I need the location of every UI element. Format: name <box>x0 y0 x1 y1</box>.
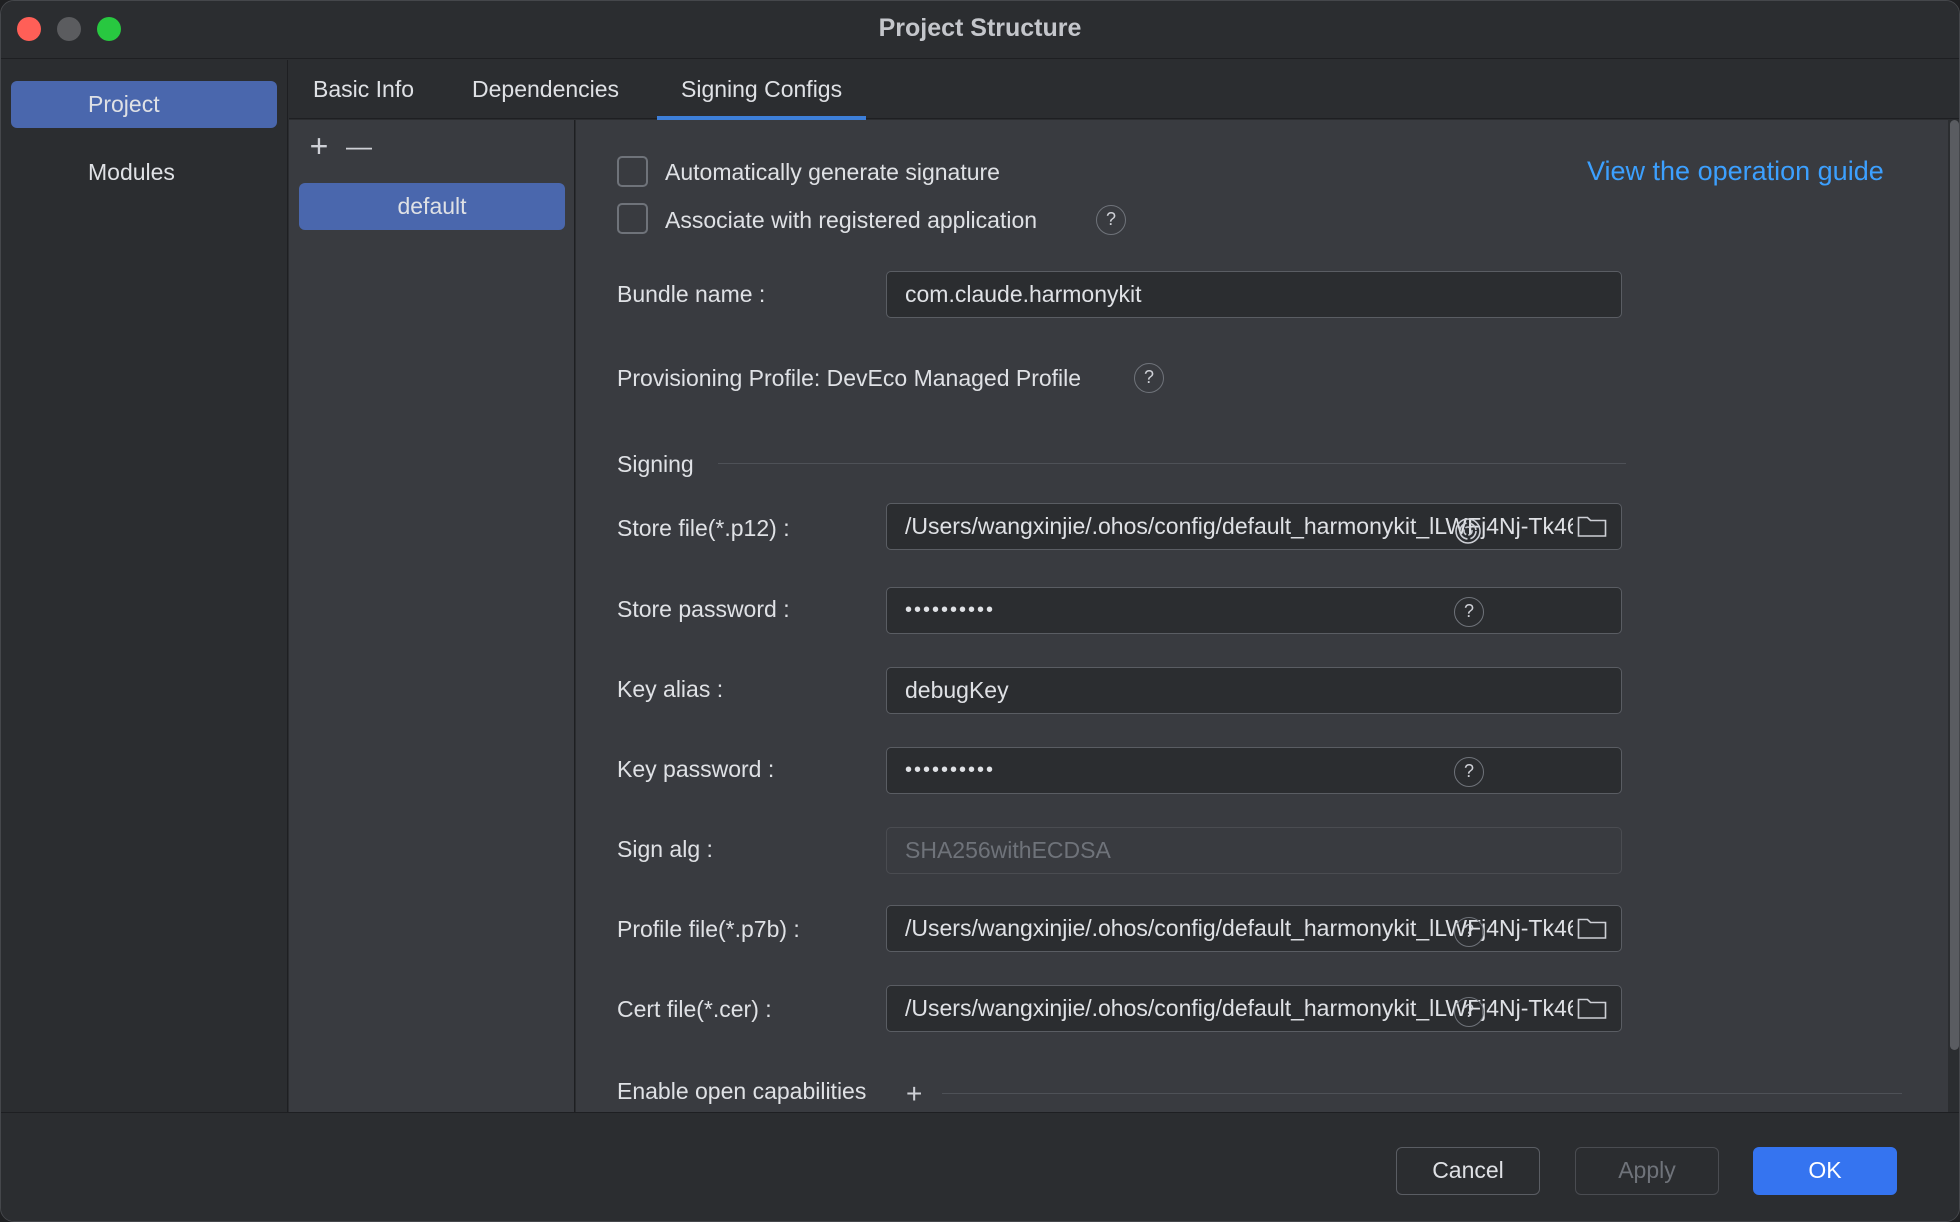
provisioning-profile-label: Provisioning Profile: DevEco Managed Pro… <box>617 365 1082 391</box>
sidebar: Project Modules <box>1 60 288 1112</box>
tab-basic-info[interactable]: Basic Info <box>313 60 414 119</box>
remove-config-button[interactable]: — <box>341 128 377 164</box>
folder-icon[interactable] <box>1577 916 1607 940</box>
sign-alg-label: Sign alg : <box>617 836 713 862</box>
sign-alg-field: SHA256withECDSA <box>886 827 1622 874</box>
key-password-label: Key password : <box>617 756 775 782</box>
profile-file-label: Profile file(*.p7b) : <box>617 916 800 942</box>
profile-file-field[interactable]: /Users/wangxinjie/.ohos/config/default_h… <box>886 905 1622 952</box>
title-bar: Project Structure <box>1 1 1959 59</box>
cert-file-help-icon[interactable]: ? <box>1454 997 1484 1027</box>
key-alias-value: debugKey <box>905 677 1009 703</box>
key-alias-field[interactable]: debugKey <box>886 667 1622 714</box>
operation-guide-link[interactable]: View the operation guide <box>1587 156 1884 187</box>
store-password-field[interactable]: •••••••••• <box>886 587 1622 634</box>
associate-help-icon[interactable]: ? <box>1096 205 1126 235</box>
open-capabilities-section-title: Enable open capabilities <box>617 1078 867 1104</box>
cancel-button[interactable]: Cancel <box>1396 1147 1540 1195</box>
store-file-label: Store file(*.p12) : <box>617 515 790 541</box>
folder-icon[interactable] <box>1577 514 1607 538</box>
key-password-help-icon[interactable]: ? <box>1454 757 1484 787</box>
bundle-name-value: com.claude.harmonykit <box>905 281 1142 307</box>
fingerprint-icon[interactable] <box>1454 517 1482 545</box>
profile-file-help-icon[interactable]: ? <box>1454 917 1484 947</box>
store-password-label: Store password : <box>617 596 790 622</box>
apply-button[interactable]: Apply <box>1575 1147 1719 1195</box>
add-config-button[interactable]: + <box>301 128 337 164</box>
associate-application-checkbox[interactable] <box>617 203 648 234</box>
window-title: Project Structure <box>878 14 1082 42</box>
signing-config-form: Automatically generate signature View th… <box>576 120 1948 1112</box>
project-structure-window: Project Structure Project Modules Basic … <box>0 0 1960 1222</box>
tab-signing-configs[interactable]: Signing Configs <box>656 60 867 120</box>
cert-file-label: Cert file(*.cer) : <box>617 996 772 1022</box>
store-file-field[interactable]: /Users/wangxinjie/.ohos/config/default_h… <box>886 503 1622 550</box>
signing-section-divider <box>718 463 1626 464</box>
open-capabilities-divider <box>942 1093 1902 1094</box>
bundle-name-field[interactable]: com.claude.harmonykit <box>886 271 1622 318</box>
ok-button[interactable]: OK <box>1753 1147 1897 1195</box>
folder-icon[interactable] <box>1577 996 1607 1020</box>
tab-bar: Basic Info Dependencies Signing Configs <box>289 60 1959 120</box>
sign-alg-value: SHA256withECDSA <box>905 837 1111 863</box>
tab-dependencies[interactable]: Dependencies <box>472 60 619 119</box>
key-password-field[interactable]: •••••••••• <box>886 747 1622 794</box>
form-scrollbar[interactable] <box>1950 120 1959 1050</box>
sidebar-item-modules[interactable]: Modules <box>11 149 277 196</box>
add-capability-button[interactable]: + <box>906 1080 922 1108</box>
auto-generate-signature-label: Automatically generate signature <box>665 159 1000 185</box>
config-item-default[interactable]: default <box>299 183 565 230</box>
store-password-help-icon[interactable]: ? <box>1454 597 1484 627</box>
key-alias-label: Key alias : <box>617 676 724 702</box>
auto-generate-signature-checkbox[interactable] <box>617 156 648 187</box>
bundle-name-label: Bundle name : <box>617 281 766 307</box>
sidebar-item-project[interactable]: Project <box>11 81 277 128</box>
signing-section-title: Signing <box>617 451 694 477</box>
signing-config-list-panel: + — default <box>289 120 575 1112</box>
cert-file-field[interactable]: /Users/wangxinjie/.ohos/config/default_h… <box>886 985 1622 1032</box>
provisioning-help-icon[interactable]: ? <box>1134 363 1164 393</box>
dialog-footer: Cancel Apply OK <box>1 1112 1959 1221</box>
associate-application-label: Associate with registered application <box>665 207 1038 233</box>
